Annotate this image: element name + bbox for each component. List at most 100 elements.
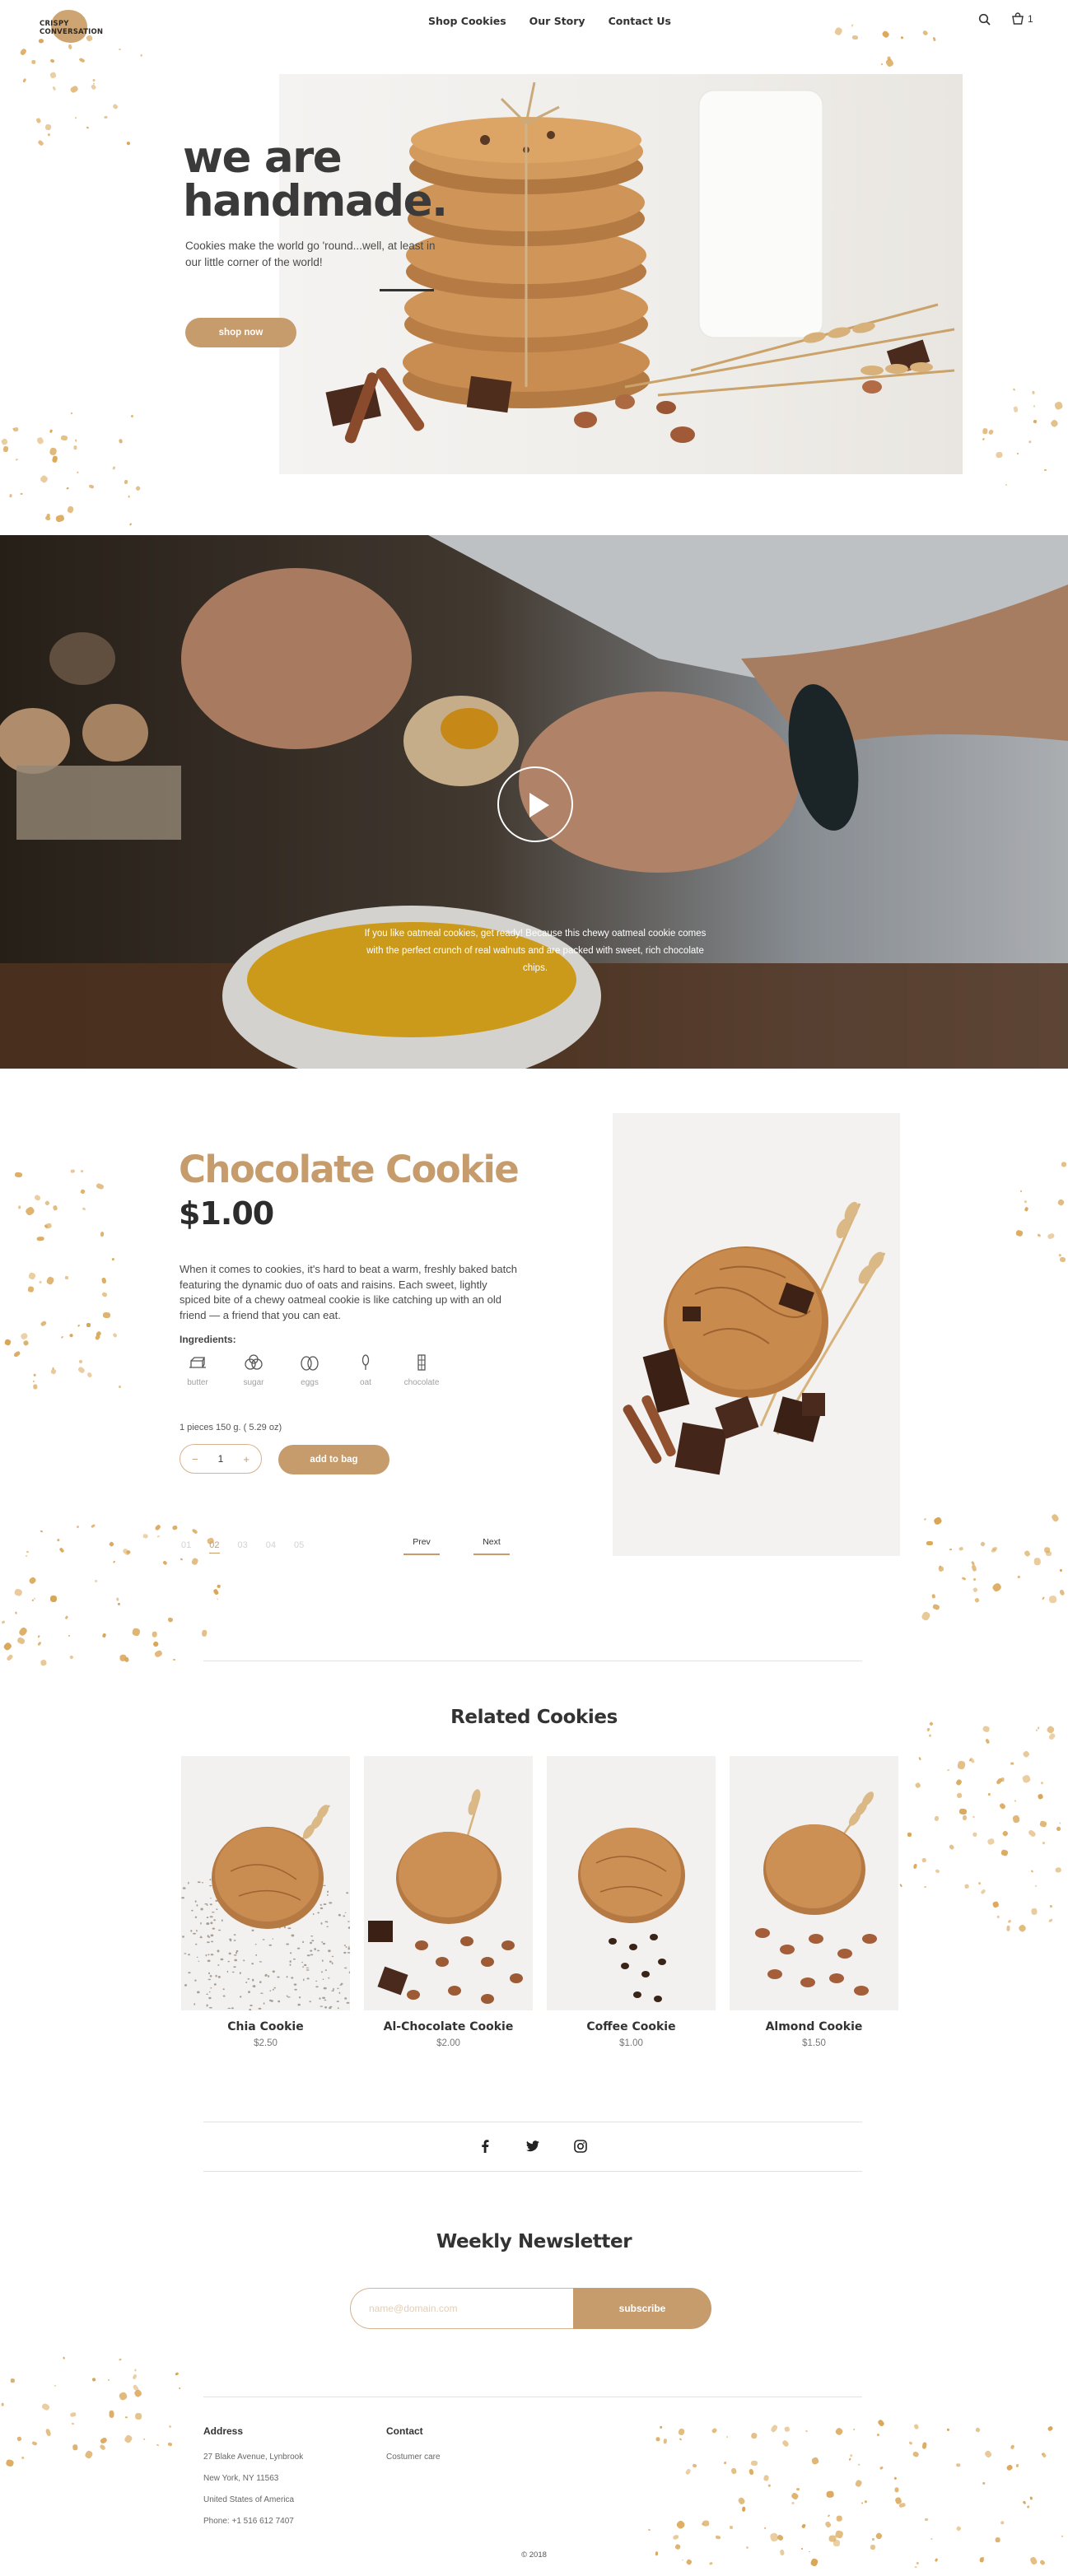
footer-contact: Contact Costumer care [386, 2425, 441, 2468]
twitter-icon[interactable] [525, 2139, 540, 2154]
related-card-image [547, 1756, 716, 2010]
related-card-almond[interactable]: Almond Cookie $1.50 [730, 1756, 898, 2048]
page-04[interactable]: 04 [266, 1540, 276, 1554]
sugar-icon [245, 1354, 263, 1370]
cart-count: 1 [1028, 12, 1033, 25]
product-price: $1.00 [179, 1195, 274, 1232]
footer-address-line: 27 Blake Avenue, Lynbrook [203, 2453, 304, 2462]
related-card-name: Al-Chocolate Cookie [383, 2020, 514, 2033]
crumb-decoration [980, 379, 1068, 486]
butter-icon [189, 1357, 206, 1368]
increase-quantity-button[interactable]: + [243, 1453, 250, 1465]
ingredient-label: oat [360, 1378, 371, 1387]
ingredients-list: butter sugar eggs oat chocolate [175, 1354, 445, 1389]
prev-button[interactable]: Prev [403, 1537, 440, 1555]
hero-cookie-stack-image [279, 74, 963, 474]
footer-address: Address 27 Blake Avenue, Lynbrook New Yo… [203, 2425, 303, 2532]
hero-title-line-1: we are [183, 133, 343, 183]
footer-contact-heading: Contact [386, 2425, 423, 2437]
section-divider [203, 2171, 862, 2172]
instagram-icon[interactable] [573, 2139, 588, 2154]
crumb-decoration [642, 2419, 1068, 2569]
social-links [478, 2139, 588, 2154]
crumb-decoration [921, 1513, 1068, 1638]
related-card-price: $2.00 [436, 2038, 460, 2048]
related-card-coffee[interactable]: Coffee Cookie $1.00 [547, 1756, 716, 2048]
prev-label: Prev [413, 1537, 431, 1547]
logo-line-1: CRISPY [40, 20, 69, 28]
nav-shop-cookies[interactable]: Shop Cookies [428, 15, 506, 27]
crumb-decoration [16, 33, 148, 148]
bag-icon [1012, 12, 1024, 25]
related-card-price: $1.50 [802, 2038, 826, 2048]
hero-title-line-2: handmade. [183, 176, 448, 226]
related-card-name: Almond Cookie [765, 2020, 863, 2033]
related-card-image [181, 1756, 350, 2010]
product-weight: 1 pieces 150 g. ( 5.29 oz) [180, 1423, 282, 1432]
related-card-price: $1.00 [619, 2038, 643, 2048]
shop-now-button[interactable]: shop now [185, 318, 296, 347]
product-title: Chocolate Cookie [179, 1148, 520, 1191]
ingredient-sugar: sugar [231, 1354, 277, 1389]
related-card-name: Coffee Cookie [586, 2020, 676, 2033]
hero-divider [380, 289, 434, 291]
footer-address-heading: Address [203, 2425, 244, 2437]
oat-icon [361, 1354, 370, 1370]
cart-button[interactable]: 1 [1011, 12, 1033, 25]
copyright: © 2018 [521, 2550, 547, 2560]
next-button[interactable]: Next [473, 1537, 510, 1555]
crumb-decoration [1013, 1161, 1068, 1276]
subscribe-button[interactable]: subscribe [573, 2288, 711, 2329]
chocolate-icon [417, 1354, 426, 1371]
related-card-image [364, 1756, 533, 2010]
facebook-icon[interactable] [478, 2139, 492, 2154]
crumb-decoration [0, 1169, 124, 1391]
ingredient-oat: oat [343, 1354, 389, 1389]
newsletter-email-input[interactable] [350, 2288, 589, 2329]
ingredient-butter: butter [175, 1354, 221, 1389]
related-card-chia[interactable]: Chia Cookie $2.50 [181, 1756, 350, 2048]
site-header: CRISPY CONVERSATION Shop Cookies Our Sto… [0, 0, 1068, 46]
page-05[interactable]: 05 [294, 1540, 304, 1554]
related-card-price: $2.50 [254, 2038, 277, 2048]
hero-title: we are handmade. [183, 133, 448, 226]
nav-our-story[interactable]: Our Story [529, 15, 585, 27]
search-icon[interactable] [978, 13, 991, 26]
next-label: Next [483, 1537, 501, 1547]
eggs-icon [301, 1356, 319, 1371]
video-caption: If you like oatmeal cookies, get ready! … [364, 929, 707, 973]
main-nav: Shop Cookies Our Story Contact Us [428, 15, 671, 27]
page-03[interactable]: 03 [238, 1540, 248, 1554]
page-01[interactable]: 01 [181, 1540, 191, 1554]
footer-customer-care-link[interactable]: Costumer care [386, 2447, 441, 2468]
logo-line-2: CONVERSATION [40, 28, 104, 36]
related-card-al-chocolate[interactable]: Al-Chocolate Cookie $2.00 [364, 1756, 533, 2048]
crumb-decoration [0, 412, 156, 527]
add-to-bag-button[interactable]: add to bag [278, 1445, 389, 1474]
ingredient-chocolate: chocolate [399, 1354, 445, 1389]
footer-address-line: New York, NY 11563 [203, 2474, 279, 2483]
ingredients-label: Ingredients: [180, 1334, 236, 1345]
footer-phone: Phone: +1 516 612 7407 [203, 2517, 294, 2526]
hero-subtitle: Cookies make the world go 'round...well,… [185, 240, 436, 268]
footer-address-line: United States of America [203, 2495, 295, 2504]
play-video-button[interactable] [497, 766, 573, 842]
prev-underline [403, 1554, 440, 1555]
ingredient-label: sugar [243, 1378, 264, 1387]
decrease-quantity-button[interactable]: − [192, 1453, 198, 1465]
related-card-image [730, 1756, 898, 2010]
quantity-stepper: − 1 + [180, 1444, 262, 1474]
newsletter-title: Weekly Newsletter [436, 2231, 632, 2252]
ingredient-label: chocolate [403, 1378, 440, 1387]
crumb-decoration [0, 2355, 181, 2470]
brand-logo[interactable]: CRISPY CONVERSATION [40, 10, 114, 43]
page-02[interactable]: 02 [209, 1540, 220, 1554]
quantity-value[interactable]: 1 [218, 1453, 224, 1465]
product-pagination: 01 02 03 04 05 [181, 1540, 304, 1554]
crumb-decoration [889, 1721, 1068, 1935]
nav-contact-us[interactable]: Contact Us [609, 15, 671, 27]
related-card-name: Chia Cookie [227, 2020, 304, 2033]
ingredient-eggs: eggs [287, 1354, 333, 1389]
ingredient-label: eggs [301, 1378, 319, 1387]
product-description: When it comes to cookies, it's hard to b… [180, 1263, 518, 1321]
